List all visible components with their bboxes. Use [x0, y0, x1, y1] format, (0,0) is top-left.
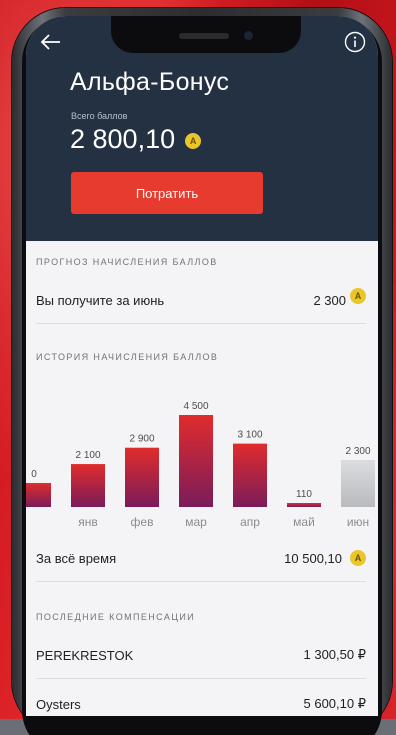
- month-label: фев: [131, 515, 154, 529]
- total-points-value: 2 800,10: [70, 124, 176, 154]
- history-bar[interactable]: [71, 464, 105, 507]
- history-bar[interactable]: [26, 483, 51, 507]
- history-bar-chart: 0 2 100 янв 2 900 фев 4 500 мар 3 100 апр 110 май 2…: [26, 401, 375, 529]
- bar-value-label: 3 100: [237, 430, 262, 441]
- all-time-label: За всё время: [36, 550, 117, 566]
- total-points-label: Всего баллов: [71, 111, 128, 121]
- bar-value-label: 0: [31, 469, 37, 480]
- all-time-value-group: 10 500,10 А: [284, 550, 366, 566]
- total-points: 2 800,10 А: [70, 124, 202, 155]
- history-bar[interactable]: [287, 503, 321, 507]
- bar-value-label: 2 300: [345, 446, 370, 457]
- bar-value-label: 4 500: [183, 401, 208, 412]
- compensations-section-title: ПОСЛЕДНИЕ КОМПЕНСАЦИИ: [36, 612, 196, 622]
- compensation-merchant: PEREKRESTOK: [36, 647, 134, 663]
- month-label: мар: [185, 515, 207, 529]
- compensation-row[interactable]: Oysters 5 600,10 ₽: [36, 682, 366, 716]
- bar-value-label: 2 900: [129, 434, 154, 445]
- compensation-row[interactable]: PEREKRESTOK 1 300,50 ₽: [36, 633, 366, 677]
- divider: [36, 678, 366, 679]
- compensation-amount: 1 300,50 ₽: [303, 647, 367, 662]
- forecast-row[interactable]: Вы получите за июнь 2 300 А: [36, 278, 366, 322]
- forecast-section-title: ПРОГНОЗ НАЧИСЛЕНИЯ БАЛЛОВ: [36, 257, 218, 267]
- forecast-bar[interactable]: [341, 459, 375, 507]
- speaker-grille: [179, 33, 229, 39]
- divider: [36, 581, 366, 582]
- history-bar[interactable]: [233, 443, 267, 507]
- front-camera: [244, 31, 253, 40]
- bar-value-label: 2 100: [75, 450, 100, 461]
- bonus-coin-icon: А: [185, 132, 202, 149]
- spend-button[interactable]: Потратить: [71, 172, 263, 214]
- bar-value-label: 110: [296, 489, 312, 500]
- divider: [36, 323, 366, 324]
- history-bar[interactable]: [125, 447, 159, 507]
- compensation-merchant: Oysters: [36, 696, 81, 712]
- history-section-title: ИСТОРИЯ НАЧИСЛЕНИЯ БАЛЛОВ: [36, 352, 219, 362]
- month-label: янв: [78, 515, 98, 529]
- bonus-coin-icon: А: [350, 550, 366, 566]
- page-title: Альфа-Бонус: [70, 68, 230, 96]
- all-time-row: За всё время 10 500,10 А: [36, 536, 366, 580]
- forecast-value: 2 300: [313, 292, 346, 308]
- all-time-value: 10 500,10: [284, 550, 342, 566]
- month-label: июн: [347, 515, 369, 529]
- month-label: май: [293, 515, 315, 529]
- app-screen: Альфа-Бонус Всего баллов 2 800,10 А Потр…: [26, 16, 378, 716]
- compensation-amount: 5 600,10 ₽: [303, 696, 367, 711]
- month-label: апр: [240, 515, 260, 529]
- info-icon[interactable]: [344, 31, 366, 53]
- forecast-label: Вы получите за июнь: [36, 292, 165, 308]
- back-arrow-icon[interactable]: [38, 32, 62, 52]
- forecast-value-group: 2 300 А: [313, 288, 366, 308]
- phone-notch: [111, 16, 301, 53]
- bonus-coin-icon: А: [350, 288, 366, 304]
- history-bar[interactable]: [179, 415, 213, 507]
